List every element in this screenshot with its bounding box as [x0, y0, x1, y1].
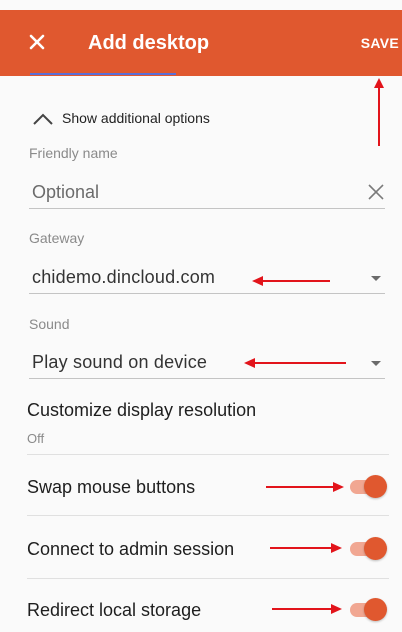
show-additional-options-label: Show additional options — [62, 110, 210, 126]
friendly-name-label: Friendly name — [29, 145, 118, 161]
sound-label: Sound — [29, 316, 70, 332]
toggle-thumb — [364, 475, 387, 498]
annotation-arrow-swap-mouse — [266, 482, 344, 492]
toggle-thumb — [364, 598, 387, 621]
divider — [27, 578, 389, 579]
field-underline-partial — [30, 73, 176, 75]
divider — [27, 515, 389, 516]
annotation-arrow-sound — [244, 358, 346, 368]
redirect-local-storage-label: Redirect local storage — [27, 600, 202, 620]
annotation-arrow-admin-session — [270, 543, 342, 553]
friendly-name-underline — [29, 208, 385, 209]
divider — [27, 454, 389, 455]
sound-select[interactable]: Play sound on device — [32, 352, 207, 373]
save-button[interactable]: SAVE — [361, 35, 399, 51]
caret-down-icon[interactable] — [371, 361, 381, 366]
sound-underline — [29, 378, 385, 379]
page-title: Add desktop — [88, 32, 210, 54]
gateway-underline — [29, 293, 385, 294]
display-resolution-value: Off — [27, 431, 45, 446]
app-bar: Add desktop SAVE — [0, 10, 402, 76]
annotation-arrow-save — [374, 78, 384, 146]
clear-icon[interactable] — [367, 183, 385, 201]
display-resolution-setting[interactable]: Customize display resolution — [27, 400, 256, 421]
gateway-label: Gateway — [29, 230, 85, 246]
connect-admin-session-label: Connect to admin session — [27, 539, 235, 559]
annotation-arrow-gateway — [252, 276, 330, 286]
connect-admin-session-toggle[interactable] — [350, 535, 388, 561]
close-icon[interactable] — [24, 29, 50, 55]
swap-mouse-buttons-label: Swap mouse buttons — [27, 477, 196, 497]
redirect-local-storage-toggle[interactable] — [350, 596, 388, 622]
annotation-arrow-local-storage — [272, 604, 342, 614]
chevron-up-icon — [33, 113, 53, 125]
gateway-select[interactable]: chidemo.dincloud.com — [32, 267, 215, 288]
toggle-thumb — [364, 537, 387, 560]
swap-mouse-buttons-toggle[interactable] — [350, 473, 388, 499]
friendly-name-input[interactable]: Optional — [32, 182, 99, 203]
caret-down-icon[interactable] — [371, 276, 381, 281]
